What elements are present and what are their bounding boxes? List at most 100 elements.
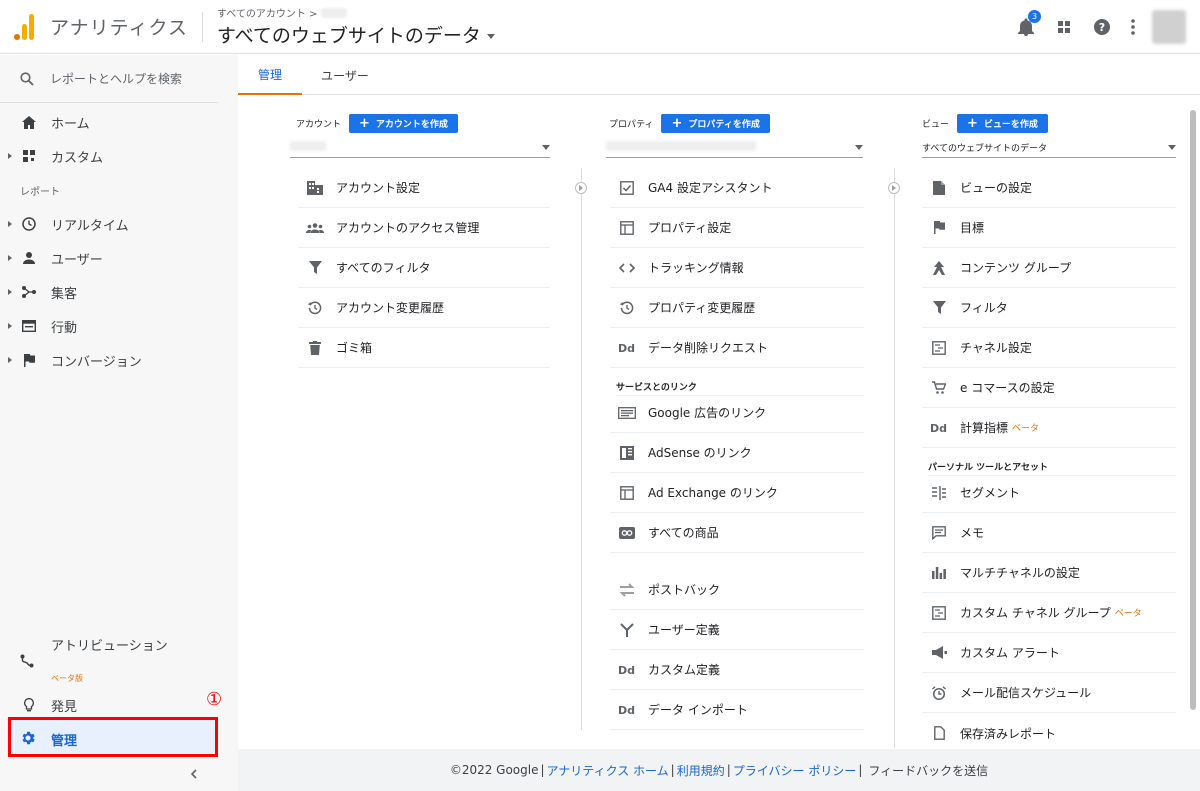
link-icon	[618, 524, 636, 542]
sidebar-item-user[interactable]: ユーザー	[0, 241, 238, 275]
help-icon: ?	[1094, 19, 1110, 35]
item-label: すべての商品	[648, 526, 719, 540]
app-title[interactable]: アナリティクス	[50, 13, 188, 40]
analytics-logo[interactable]	[14, 13, 34, 40]
alarm-clock-icon	[930, 684, 948, 702]
all-products-item[interactable]: すべての商品	[610, 513, 864, 553]
trash-item[interactable]: ゴミ箱	[298, 328, 550, 368]
svg-text:Dd: Dd	[618, 342, 635, 354]
account-settings-item[interactable]: アカウント設定	[298, 168, 550, 208]
adsense-link-item[interactable]: AdSense のリンク	[610, 433, 864, 473]
sidebar-item-realtime[interactable]: リアルタイム	[0, 207, 238, 241]
sidebar-item-label: カスタム	[51, 150, 104, 166]
chevron-down-icon	[855, 145, 863, 150]
item-label: ポストバック	[648, 583, 721, 597]
connector-arrow-icon	[888, 182, 900, 194]
channel-settings-item[interactable]: チャネル設定	[922, 328, 1176, 368]
sidebar-item-home[interactable]: ホーム	[0, 105, 238, 139]
ga4-setup-assistant-item[interactable]: GA4 設定アシスタント	[610, 168, 864, 208]
create-account-button[interactable]: + アカウントを作成	[349, 114, 458, 133]
privacy-policy-link[interactable]: プライバシー ポリシー	[733, 762, 857, 779]
multichannel-settings-item[interactable]: マルチチャネルの設定	[922, 553, 1176, 593]
tab-admin[interactable]: 管理	[238, 55, 302, 95]
saved-reports-item[interactable]: 保存済みレポート	[922, 713, 1176, 753]
sidebar-item-acquisition[interactable]: 集客	[0, 275, 238, 309]
tracking-info-item[interactable]: トラッキング情報	[610, 248, 864, 288]
annotations-item[interactable]: メモ	[922, 513, 1176, 553]
postback-item[interactable]: ポストバック	[610, 570, 864, 610]
redacted-property-name	[606, 141, 756, 151]
property-settings-item[interactable]: プロパティ設定	[610, 208, 864, 248]
create-view-button[interactable]: + ビューを作成	[957, 114, 1048, 133]
google-ads-link-item[interactable]: Google 広告のリンク	[610, 393, 864, 433]
account-selector[interactable]: すべてのアカウント > すべてのウェブサイトのデータ	[217, 5, 495, 48]
redacted-account	[321, 7, 348, 18]
sidebar-item-custom[interactable]: カスタム	[0, 139, 238, 173]
code-icon	[618, 259, 636, 277]
terms-link[interactable]: 利用規約	[677, 762, 725, 779]
data-deletion-request-item[interactable]: Dd データ削除リクエスト	[610, 328, 864, 368]
user-definitions-item[interactable]: ユーザー定義	[610, 610, 864, 650]
custom-alerts-item[interactable]: カスタム アラート	[922, 633, 1176, 673]
more-menu-button[interactable]	[1128, 15, 1138, 39]
send-feedback-link[interactable]: フィードバックを送信	[868, 762, 988, 779]
ad-exchange-link-item[interactable]: Ad Exchange のリンク	[610, 473, 864, 513]
calculated-metrics-item[interactable]: Dd 計算指標 ベータ	[922, 408, 1176, 448]
person-icon	[20, 249, 38, 267]
scheduled-emails-item[interactable]: メール配信スケジュール	[922, 673, 1176, 713]
create-property-label: プロパティを作成	[688, 120, 760, 130]
expand-arrow-icon	[8, 357, 12, 363]
file-icon	[930, 724, 948, 742]
tab-user[interactable]: ユーザー	[310, 55, 380, 95]
apps-button[interactable]	[1052, 15, 1076, 39]
content-grouping-item[interactable]: コンテンツ グループ	[922, 248, 1176, 288]
account-change-history-item[interactable]: アカウント変更履歴	[298, 288, 550, 328]
item-label: メモ	[960, 526, 985, 540]
search-input[interactable]: レポートとヘルプを検索	[0, 55, 218, 103]
item-label: アカウントのアクセス管理	[336, 221, 480, 235]
create-property-button[interactable]: + プロパティを作成	[661, 114, 770, 133]
item-label: アカウント変更履歴	[336, 301, 445, 315]
property-column-header: プロパティ + プロパティを作成	[609, 114, 770, 133]
data-dd-icon: Dd	[618, 661, 636, 679]
account-column-header: アカウント + アカウントを作成	[296, 114, 458, 133]
view-name[interactable]: すべてのウェブサイトのデータ	[217, 21, 495, 48]
account-dropdown[interactable]	[290, 138, 550, 158]
item-label: メール配信スケジュール	[960, 686, 1092, 700]
item-label: マルチチャネルの設定	[960, 566, 1080, 580]
property-change-history-item[interactable]: プロパティ変更履歴	[610, 288, 864, 328]
sidebar-item-label: 管理	[51, 734, 78, 749]
dashboard-icon	[20, 147, 38, 165]
expand-arrow-icon	[8, 153, 12, 159]
goals-item[interactable]: 目標	[922, 208, 1176, 248]
item-label: ユーザー定義	[648, 623, 720, 637]
expand-arrow-icon	[8, 221, 12, 227]
item-label: 目標	[960, 221, 985, 235]
sidebar-item-discover[interactable]: 発見	[0, 695, 238, 715]
custom-definitions-item[interactable]: Dd カスタム定義	[610, 650, 864, 690]
item-label: データ削除リクエスト	[648, 341, 769, 355]
sidebar-item-admin[interactable]: 管理	[8, 717, 218, 757]
sidebar-item-conversion[interactable]: コンバージョン	[0, 343, 238, 377]
all-filters-item[interactable]: すべてのフィルタ	[298, 248, 550, 288]
create-view-label: ビューを作成	[983, 120, 1038, 130]
segment-icon	[930, 484, 948, 502]
analytics-home-link[interactable]: アナリティクス ホーム	[547, 762, 669, 779]
view-filters-item[interactable]: フィルタ	[922, 288, 1176, 328]
sidebar-item-attribution[interactable]: アトリビューション ベータ版	[0, 635, 238, 685]
property-dropdown[interactable]	[606, 138, 863, 158]
avatar[interactable]	[1152, 10, 1186, 44]
collapse-sidebar-button[interactable]	[190, 767, 198, 783]
custom-channel-group-item[interactable]: カスタム チャネル グループ ベータ	[922, 593, 1176, 633]
sidebar-item-behavior[interactable]: 行動	[0, 309, 238, 343]
ecommerce-settings-item[interactable]: e コマースの設定	[922, 368, 1176, 408]
scrollbar[interactable]	[1190, 110, 1196, 710]
view-dropdown[interactable]: すべてのウェブサイトのデータ	[922, 138, 1176, 158]
segments-item[interactable]: セグメント	[922, 473, 1176, 513]
data-import-item[interactable]: Dd データ インポート	[610, 690, 864, 730]
notifications-button[interactable]: 3	[1014, 10, 1041, 39]
account-access-management-item[interactable]: アカウントのアクセス管理	[298, 208, 550, 248]
help-button[interactable]: ?	[1090, 15, 1114, 39]
view-settings-item[interactable]: ビューの設定	[922, 168, 1176, 208]
copyright-text: ©2022 Google	[449, 763, 539, 777]
